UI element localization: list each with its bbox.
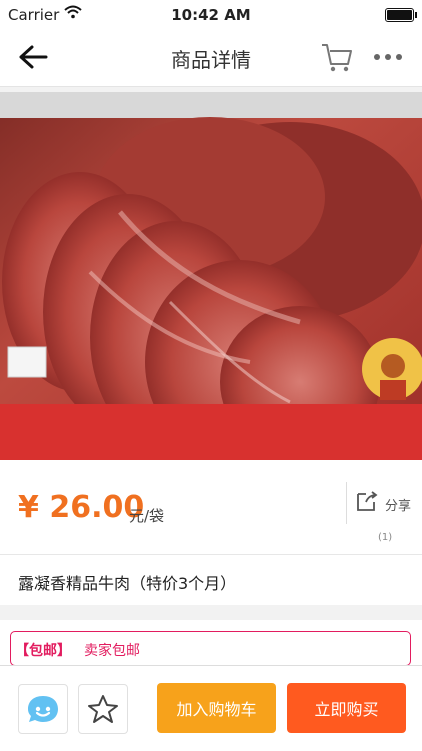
price-section: ¥ 26.00 元/袋 分享 (1) (0, 460, 422, 555)
page-title: 商品详情 (171, 48, 251, 72)
share-count: (1) (378, 532, 393, 543)
more-icon[interactable] (370, 46, 406, 68)
price-unit: 元/袋 (129, 507, 165, 525)
price-value: ¥ 26.00 (18, 490, 145, 525)
free-shipping-tag: 【包邮】 (15, 643, 71, 659)
share-divider (346, 482, 347, 524)
buy-now-button[interactable]: 立即购买 (287, 683, 406, 733)
cart-icon[interactable] (320, 40, 354, 74)
share-button[interactable]: 分享 (352, 490, 416, 530)
share-label: 分享 (385, 499, 412, 514)
product-name-section: 露凝香精品牛肉（特价3个月） (0, 555, 422, 605)
nav-bar: 商品详情 (0, 28, 422, 87)
favorite-star-icon (88, 695, 118, 723)
share-icon (357, 491, 378, 511)
shipping-badge: 【包邮】 卖家包邮 (10, 631, 411, 666)
status-time: 10:42 AM (171, 6, 251, 24)
chat-icon (28, 696, 58, 722)
product-name: 露凝香精品牛肉（特价3个月） (18, 574, 237, 593)
favorite-button[interactable] (78, 684, 128, 734)
add-to-cart-button[interactable]: 加入购物车 (157, 683, 276, 733)
bottom-action-bar: 加入购物车 立即购买 (0, 665, 422, 751)
chat-button[interactable] (18, 684, 68, 734)
status-bar: Carrier 10:42 AM (0, 0, 422, 28)
product-image (0, 92, 422, 460)
free-shipping-text: 卖家包邮 (84, 643, 140, 659)
battery-icon (385, 8, 417, 22)
